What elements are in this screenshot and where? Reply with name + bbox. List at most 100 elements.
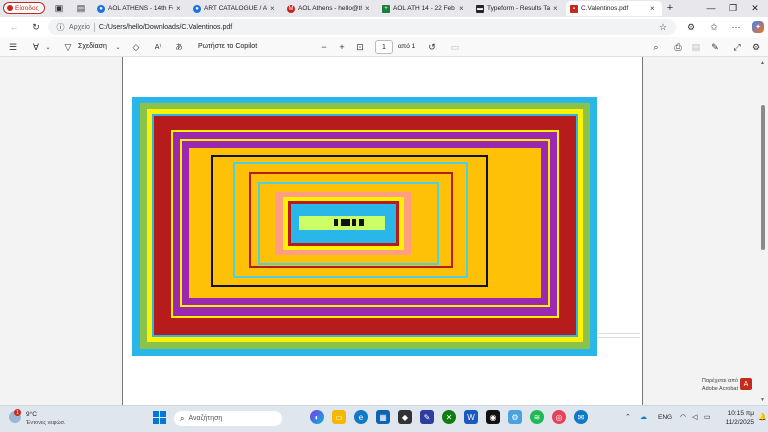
scroll-down-icon[interactable]: ▼ bbox=[760, 397, 765, 403]
save-as-icon[interactable]: ✎ bbox=[709, 41, 721, 53]
page-number-input[interactable]: 1 bbox=[375, 40, 393, 54]
artwork-mark bbox=[359, 219, 364, 226]
wifi-icon[interactable]: ◠ bbox=[680, 413, 686, 421]
tab-aol-athens[interactable]: ● AOL ATHENS - 14th Feb × bbox=[93, 1, 188, 16]
adobe-promo[interactable]: Παρέχεται από Adobe Acrobat bbox=[690, 377, 738, 393]
adobe-acrobat-icon[interactable]: A bbox=[740, 378, 752, 390]
new-tab-button[interactable]: + bbox=[665, 2, 675, 14]
read-aloud-icon[interactable]: A⁾ bbox=[152, 41, 164, 53]
favorite-star-icon[interactable]: ☆ bbox=[657, 21, 669, 33]
tab-aol-sheet[interactable]: + AOL ATH 14 - 22 Feb 20 × bbox=[378, 1, 471, 16]
tab-aol-mail[interactable]: M AOL Athens - hello@the × bbox=[283, 1, 377, 16]
minimize-icon[interactable]: — bbox=[705, 2, 717, 14]
settings-gear-icon[interactable]: ⚙ bbox=[750, 41, 762, 53]
scroll-up-icon[interactable]: ▲ bbox=[760, 60, 765, 66]
fit-page-icon[interactable]: ⊡ bbox=[354, 41, 366, 53]
app-chat-icon[interactable]: ✉ bbox=[574, 410, 588, 424]
address-bar[interactable]: ⓘ Αρχείο C:/Users/hello/Downloads/C.Vale… bbox=[48, 19, 676, 35]
edge-browser-icon[interactable]: e bbox=[354, 410, 368, 424]
more-options-icon[interactable]: ⋯ bbox=[730, 21, 742, 33]
weather-temperature[interactable]: 9°C bbox=[26, 411, 37, 418]
info-icon: ⓘ bbox=[56, 22, 65, 32]
app-settings-icon[interactable]: ⚙ bbox=[508, 410, 522, 424]
tab-title: AOL Athens - hello@the bbox=[298, 5, 362, 12]
word-icon[interactable]: W bbox=[464, 410, 478, 424]
copilot-icon[interactable]: ✦ bbox=[752, 21, 764, 33]
print-icon[interactable]: ⎙ bbox=[672, 41, 684, 53]
back-icon[interactable]: ← bbox=[8, 21, 20, 33]
tab-favicon-icon: M bbox=[287, 4, 295, 13]
page-view-icon[interactable]: ▭ bbox=[449, 41, 461, 53]
close-tab-icon[interactable]: × bbox=[459, 4, 467, 13]
app-mask-icon[interactable]: ◉ bbox=[486, 410, 500, 424]
extensions-icon[interactable]: ⚙ bbox=[685, 21, 697, 33]
tray-chevron-up-icon[interactable]: ⌃ bbox=[625, 413, 631, 421]
store-icon[interactable]: ▦ bbox=[376, 410, 390, 424]
copilot-ask-button[interactable]: Ρωτήστε το Copilot bbox=[198, 43, 257, 50]
spotify-icon[interactable]: ≋ bbox=[530, 410, 544, 424]
workspaces-icon[interactable]: ▣ bbox=[54, 3, 64, 13]
close-tab-icon[interactable]: × bbox=[365, 4, 373, 13]
chrome-icon[interactable]: ◎ bbox=[552, 410, 566, 424]
clock-date[interactable]: 11/2/2025 bbox=[718, 419, 754, 426]
tab-favicon-icon: ▬ bbox=[476, 4, 484, 13]
tab-favicon-icon: + bbox=[382, 4, 390, 13]
tab-actions-icon[interactable]: ▤ bbox=[76, 3, 86, 13]
search-icon: ⌕ bbox=[180, 413, 185, 423]
contents-menu-icon[interactable]: ☰ bbox=[7, 41, 19, 53]
clock-time[interactable]: 10:15 πμ bbox=[718, 410, 754, 417]
close-tab-icon[interactable]: × bbox=[176, 4, 184, 13]
refresh-icon[interactable]: ↻ bbox=[30, 21, 42, 33]
close-tab-icon[interactable]: × bbox=[650, 4, 658, 13]
app-box-icon[interactable]: ◆ bbox=[398, 410, 412, 424]
profile-label: Είσοδος bbox=[15, 4, 39, 12]
address-scheme-label: Αρχείο bbox=[69, 23, 90, 31]
rotate-icon[interactable]: ↺ bbox=[426, 41, 438, 53]
weather-description[interactable]: Έντονες νεφώσ. bbox=[26, 420, 66, 426]
translate-icon[interactable]: あ bbox=[173, 41, 185, 53]
tab-title: AOL ATH 14 - 22 Feb 20 bbox=[393, 5, 456, 12]
draw-chevron-down-icon[interactable]: ⌄ bbox=[112, 41, 124, 53]
search-icon[interactable]: ⌕ bbox=[650, 41, 662, 53]
weather-alert-badge: 1 bbox=[14, 409, 21, 416]
scrollbar-thumb[interactable] bbox=[761, 105, 765, 250]
highlight-chevron-down-icon[interactable]: ⌄ bbox=[42, 41, 54, 53]
close-tab-icon[interactable]: × bbox=[270, 4, 278, 13]
adobe-promo-line2: Adobe Acrobat bbox=[701, 386, 738, 392]
notifications-bell-icon[interactable]: 🔔 bbox=[758, 413, 767, 421]
volume-icon[interactable]: ◁ bbox=[692, 413, 697, 421]
file-explorer-icon[interactable]: ▭ bbox=[332, 410, 346, 424]
save-icon[interactable]: ▤ bbox=[690, 41, 702, 53]
profile-button[interactable]: Είσοδος bbox=[3, 2, 45, 14]
tab-favicon-icon: ● bbox=[97, 4, 105, 13]
zoom-out-button[interactable]: − bbox=[318, 41, 330, 53]
close-tab-icon[interactable]: × bbox=[553, 4, 561, 13]
fullscreen-icon[interactable]: ⤢ bbox=[731, 41, 743, 53]
artwork-mark bbox=[352, 219, 356, 226]
language-indicator[interactable]: ENG bbox=[658, 414, 672, 421]
copilot-app-icon[interactable]: ◐ bbox=[310, 410, 324, 424]
address-divider bbox=[93, 22, 95, 32]
page-count-label: από 1 bbox=[398, 43, 416, 50]
tab-typeform[interactable]: ▬ Typeform - Results Tabl × bbox=[472, 1, 565, 16]
tab-title: C.Valentinos.pdf bbox=[581, 5, 629, 12]
restore-icon[interactable]: ❐ bbox=[727, 2, 739, 14]
draw-icon[interactable]: ▽ bbox=[62, 41, 74, 53]
window-close-icon[interactable]: ✕ bbox=[749, 2, 761, 14]
tab-art-catalogue[interactable]: ● ART CATALOGUE / ATHE × bbox=[189, 1, 282, 16]
draw-label[interactable]: Σχεδίαση bbox=[78, 43, 107, 50]
favorites-icon[interactable]: ✩ bbox=[708, 21, 720, 33]
onedrive-icon[interactable]: ☁ bbox=[640, 413, 647, 421]
xbox-icon[interactable]: ✕ bbox=[442, 410, 456, 424]
tab-pdf-active[interactable]: ▪ C.Valentinos.pdf × bbox=[566, 1, 662, 16]
erase-icon[interactable]: ◇ bbox=[130, 41, 142, 53]
taskbar-search[interactable]: ⌕ Αναζήτηση bbox=[174, 411, 282, 426]
battery-icon[interactable]: ▭ bbox=[704, 413, 711, 421]
artwork-mark bbox=[334, 219, 338, 226]
highlight-icon[interactable]: ∀ bbox=[30, 41, 42, 53]
windows-start-icon[interactable] bbox=[153, 411, 166, 424]
zoom-in-button[interactable]: + bbox=[336, 41, 348, 53]
app-pen-icon[interactable]: ✎ bbox=[420, 410, 434, 424]
page-rule bbox=[598, 337, 640, 338]
tab-title: ART CATALOGUE / ATHE bbox=[204, 5, 267, 12]
